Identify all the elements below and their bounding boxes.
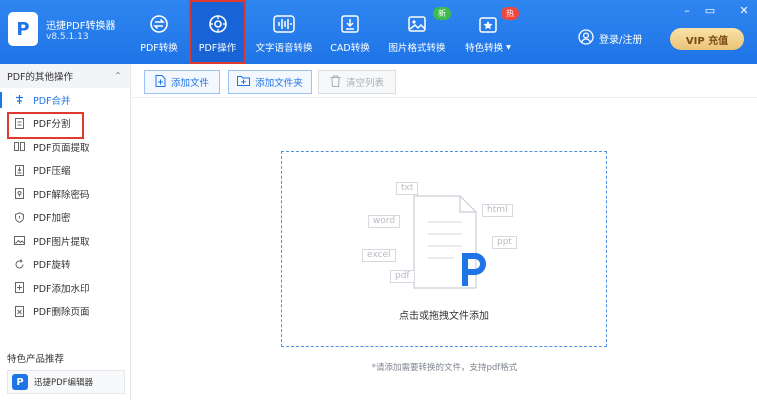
app-window: P 迅捷PDF转换器 v8.5.1.13 PDF转换 PDF操作 文字语音转换 (0, 0, 757, 400)
sidebar-section-title: PDF的其他操作 (7, 72, 74, 83)
sidebar-item-label: PDF旋转 (33, 260, 71, 272)
pdf-file-tag: pdf (390, 270, 415, 283)
special-convert-icon (478, 14, 498, 34)
sidebar: PDF的其他操作 ⌃ PDF合并 PDF分割 PDF页面提取 PDF压缩 PDF… (0, 64, 131, 400)
toolbar: 添加文件 添加文件夹 清空列表 (132, 64, 757, 98)
top-bar: P 迅捷PDF转换器 v8.5.1.13 PDF转换 PDF操作 文字语音转换 (0, 0, 757, 64)
app-name: 迅捷PDF转换器 (46, 21, 116, 32)
add-folder-button[interactable]: 添加文件夹 (228, 70, 312, 94)
restore-button[interactable]: ▭ (700, 3, 720, 17)
nav-label: 文字语音转换 (255, 43, 313, 54)
add-file-icon (155, 74, 166, 90)
pdf-operation-icon (208, 14, 228, 34)
document-illustration (413, 195, 486, 289)
add-folder-label: 添加文件夹 (255, 78, 303, 89)
sidebar-section-header[interactable]: PDF的其他操作 ⌃ (0, 64, 130, 88)
app-logo: P (8, 12, 38, 46)
page-extract-icon (14, 141, 25, 152)
nav-pdf-operation[interactable]: PDF操作 (189, 0, 246, 64)
sidebar-item-pdf-watermark[interactable]: PDF添加水印 (0, 276, 130, 300)
product-pdf-editor[interactable]: P 迅捷PDF编辑器 (7, 370, 125, 394)
hot-badge: 热 (501, 7, 519, 20)
image-extract-icon (14, 235, 25, 246)
user-icon (578, 29, 594, 48)
nav-pdf-convert[interactable]: PDF转换 (130, 0, 188, 64)
sidebar-item-pdf-merge[interactable]: PDF合并 (0, 88, 130, 112)
sidebar-item-label: PDF删除页面 (33, 307, 90, 319)
add-file-button[interactable]: 添加文件 (144, 70, 220, 94)
nav-label: CAD转换 (330, 43, 370, 54)
html-file-tag: html (482, 204, 513, 217)
nav-label: PDF转换 (140, 43, 178, 54)
sidebar-item-pdf-unlock[interactable]: PDF解除密码 (0, 182, 130, 206)
nav-label: PDF操作 (198, 43, 237, 54)
sidebar-item-label: PDF添加水印 (33, 283, 90, 295)
login-button[interactable]: 登录/注册 (578, 29, 642, 48)
audio-wave-icon (273, 14, 295, 34)
featured-products-title: 特色产品推荐 (7, 354, 65, 365)
drop-zone-text: 点击或拖拽文件添加 (399, 311, 489, 322)
ppt-file-tag: ppt (492, 236, 517, 249)
word-file-tag: word (368, 215, 401, 228)
vip-recharge-button[interactable]: VIP 充值 (670, 28, 744, 50)
watermark-icon (14, 282, 25, 294)
sidebar-item-pdf-split[interactable]: PDF分割 (0, 111, 130, 138)
login-label: 登录/注册 (599, 35, 643, 46)
clear-list-button[interactable]: 清空列表 (318, 70, 396, 94)
delete-page-icon (14, 305, 25, 317)
sidebar-item-label: PDF图片提取 (33, 236, 90, 248)
supported-format-hint: *请添加需要转换的文件，支持pdf格式 (371, 363, 518, 373)
sidebar-item-label: PDF分割 (33, 119, 71, 131)
merge-icon (14, 94, 25, 105)
nav-cad[interactable]: CAD转换 (324, 0, 376, 64)
excel-file-tag: excel (362, 249, 396, 262)
sidebar-item-label: PDF压缩 (33, 166, 71, 178)
rotate-icon (14, 258, 25, 270)
sidebar-item-pdf-rotate[interactable]: PDF旋转 (0, 253, 130, 277)
nav-text-audio[interactable]: 文字语音转换 (254, 0, 314, 64)
sidebar-item-label: PDF页面提取 (33, 142, 90, 154)
minimize-button[interactable]: – (677, 3, 697, 17)
sidebar-item-label: PDF加密 (33, 213, 71, 225)
unlock-icon (14, 188, 25, 200)
sidebar-item-pdf-compress[interactable]: PDF压缩 (0, 159, 130, 183)
convert-icon (149, 14, 169, 34)
split-icon (14, 117, 25, 129)
image-icon (407, 14, 427, 34)
txt-file-tag: txt (396, 182, 419, 195)
sidebar-item-pdf-page-extract[interactable]: PDF页面提取 (0, 135, 130, 159)
file-drop-zone[interactable]: txt word ppt excel html pdf 点击或拖拽文件添加 (281, 151, 607, 347)
trash-icon (330, 75, 341, 90)
new-badge: 新 (433, 7, 451, 20)
product-label: 迅捷PDF编辑器 (34, 378, 94, 388)
add-file-label: 添加文件 (170, 78, 209, 89)
sidebar-item-label: PDF解除密码 (33, 189, 90, 201)
sidebar-item-pdf-encrypt[interactable]: PDF加密 (0, 206, 130, 230)
sidebar-item-label: PDF合并 (33, 95, 71, 107)
sidebar-item-pdf-delete-page[interactable]: PDF删除页面 (0, 300, 130, 324)
add-folder-icon (237, 75, 251, 89)
cad-icon (340, 14, 360, 34)
compress-icon (14, 164, 25, 176)
nav-label: 图片格式转换 (388, 43, 446, 54)
close-button[interactable]: ✕ (734, 3, 754, 17)
chevron-down-icon: ▾ (506, 41, 511, 53)
shield-icon (14, 212, 25, 223)
app-version: v8.5.1.13 (46, 32, 89, 42)
pdf-editor-icon: P (12, 374, 28, 390)
chevron-up-icon: ⌃ (114, 70, 122, 82)
sidebar-item-pdf-image-extract[interactable]: PDF图片提取 (0, 229, 130, 253)
nav-label: 特色转换 (465, 43, 504, 54)
clear-list-label: 清空列表 (345, 78, 384, 89)
